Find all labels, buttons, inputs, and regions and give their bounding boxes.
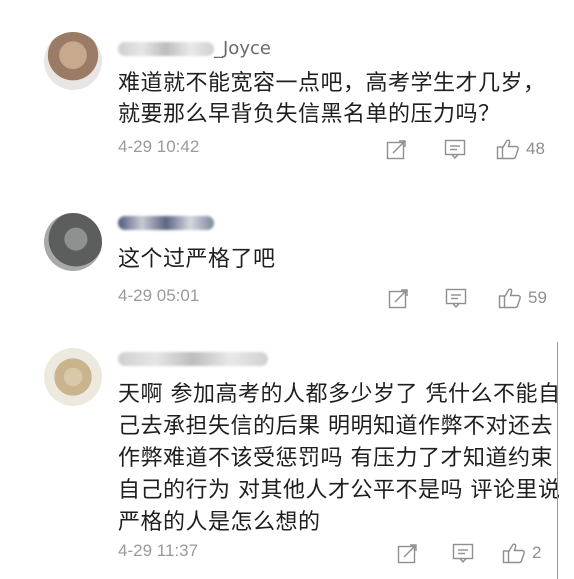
like-count: 59 (528, 288, 547, 307)
timestamp: 4-29 11:37 (118, 541, 199, 560)
comment-meta: 4-29 10:42 48 (118, 137, 552, 163)
blurred-username (118, 42, 214, 56)
username[interactable] (118, 212, 214, 233)
scrollbar[interactable] (557, 342, 558, 579)
comment-text: 难道就不能宽容一点吧，高考学生才几岁， 就要那么早背负失信黑名单的压力吗？ (118, 68, 546, 130)
comment-line: 严格的人是怎么想的 (118, 510, 321, 535)
avatar[interactable] (44, 348, 102, 406)
comment-line: 作弊难道不该受惩罚吗 有压力了才知道约束 (118, 446, 553, 471)
like-icon (498, 287, 522, 309)
username[interactable]: _Joyce (118, 38, 271, 59)
blurred-username (118, 216, 214, 230)
blurred-username (118, 352, 268, 366)
comment-line: 就要那么早背负失信黑名单的压力吗？ (118, 102, 501, 127)
comment-line: 自己的行为 对其他人才公平不是吗 评论里说 (118, 478, 561, 503)
comment-text: 天啊 参加高考的人都多少岁了 凭什么不能自 己去承担失信的后果 明明知道作弊不对… (118, 379, 561, 539)
like-count: 48 (526, 139, 545, 158)
like-icon (502, 542, 526, 564)
share-icon[interactable] (388, 286, 409, 310)
like-count: 2 (532, 543, 542, 562)
share-icon[interactable] (397, 541, 418, 565)
timestamp: 4-29 05:01 (118, 286, 200, 305)
timestamp: 4-29 10:42 (118, 137, 200, 156)
comment-line: 这个过严格了吧 (118, 247, 276, 272)
like-button[interactable]: 48 (496, 137, 545, 161)
reply-icon[interactable] (445, 286, 467, 310)
reply-icon[interactable] (444, 137, 466, 161)
username[interactable] (118, 348, 268, 369)
comment-text: 这个过严格了吧 (118, 244, 276, 275)
comment-line: 难道就不能宽容一点吧，高考学生才几岁， (118, 71, 546, 96)
comment-meta: 4-29 05:01 59 (118, 286, 552, 312)
avatar[interactable] (44, 213, 102, 271)
comment-meta: 4-29 11:37 2 (118, 541, 552, 567)
comment-line: 天啊 参加高考的人都多少岁了 凭什么不能自 (118, 382, 561, 407)
like-button[interactable]: 59 (498, 286, 547, 310)
like-icon (496, 138, 520, 160)
comment-line: 己去承担失信的后果 明明知道作弊不对还去 (118, 414, 553, 439)
share-icon[interactable] (386, 137, 407, 161)
avatar[interactable] (44, 32, 102, 90)
reply-icon[interactable] (452, 541, 474, 565)
like-button[interactable]: 2 (502, 541, 541, 565)
